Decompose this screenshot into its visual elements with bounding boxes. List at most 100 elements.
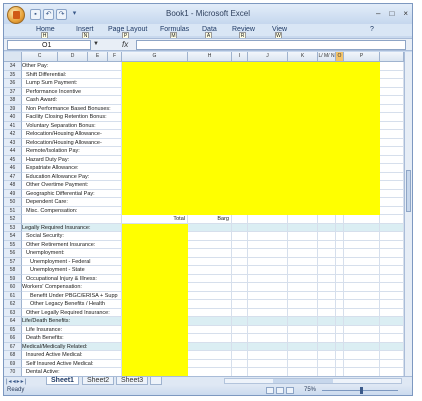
cell[interactable] xyxy=(344,283,380,292)
cell[interactable] xyxy=(288,232,318,241)
cell[interactable] xyxy=(232,113,248,122)
cell[interactable] xyxy=(336,164,344,173)
row-header[interactable]: 60 xyxy=(4,283,22,292)
cell[interactable] xyxy=(336,308,344,317)
column-header-j[interactable]: J xyxy=(248,52,288,62)
row-header[interactable]: 65 xyxy=(4,325,22,334)
cell[interactable] xyxy=(232,368,248,376)
cell[interactable] xyxy=(344,62,380,71)
column-header-p[interactable]: P xyxy=(344,52,380,62)
cell[interactable] xyxy=(336,283,344,292)
row-header[interactable]: 44 xyxy=(4,147,22,156)
cell[interactable] xyxy=(344,121,380,130)
horizontal-scrollbar[interactable] xyxy=(224,378,402,384)
cell[interactable] xyxy=(288,325,318,334)
cell[interactable] xyxy=(336,138,344,147)
row-header[interactable]: 59 xyxy=(4,274,22,283)
cell[interactable] xyxy=(344,266,380,275)
cell[interactable] xyxy=(380,232,404,241)
cell[interactable] xyxy=(248,274,288,283)
cell[interactable] xyxy=(288,96,318,105)
cell[interactable] xyxy=(248,138,288,147)
row-label-cell[interactable]: Dependent Care: xyxy=(22,198,122,207)
cell[interactable] xyxy=(344,257,380,266)
cell[interactable] xyxy=(122,206,188,215)
column-header-o[interactable]: O xyxy=(336,52,344,62)
cell[interactable] xyxy=(188,300,232,309)
cell[interactable] xyxy=(288,70,318,79)
row-header[interactable]: 62 xyxy=(4,300,22,309)
cell[interactable] xyxy=(248,351,288,360)
cell[interactable] xyxy=(288,317,318,326)
cell[interactable] xyxy=(248,164,288,173)
cell[interactable] xyxy=(380,274,404,283)
cell[interactable]: Barg xyxy=(188,215,232,224)
row-header[interactable]: 61 xyxy=(4,291,22,300)
cell[interactable] xyxy=(232,138,248,147)
cell[interactable] xyxy=(122,291,188,300)
cell[interactable] xyxy=(380,155,404,164)
cell[interactable] xyxy=(248,359,288,368)
cell[interactable] xyxy=(248,104,288,113)
row-header[interactable]: 57 xyxy=(4,257,22,266)
row-header[interactable]: 50 xyxy=(4,198,22,207)
zoom-level[interactable]: 75% xyxy=(304,387,316,393)
cell[interactable] xyxy=(122,325,188,334)
row-label-cell[interactable]: Occupational Injury & Illness: xyxy=(22,274,122,283)
row-label-cell[interactable]: Death Benefits: xyxy=(22,334,122,343)
cell[interactable] xyxy=(380,121,404,130)
cell[interactable] xyxy=(318,240,336,249)
cell[interactable] xyxy=(288,249,318,258)
vertical-scrollbar[interactable] xyxy=(404,52,412,376)
cell[interactable] xyxy=(318,300,336,309)
column-header-q[interactable] xyxy=(380,52,404,62)
cell[interactable] xyxy=(344,317,380,326)
cell[interactable] xyxy=(232,62,248,71)
cell[interactable] xyxy=(336,62,344,71)
cell[interactable] xyxy=(188,198,232,207)
row-header[interactable]: 34 xyxy=(4,62,22,71)
cell[interactable] xyxy=(380,308,404,317)
cell[interactable] xyxy=(122,249,188,258)
cell[interactable] xyxy=(336,368,344,376)
cell[interactable] xyxy=(318,155,336,164)
cell[interactable] xyxy=(188,79,232,88)
cell[interactable] xyxy=(188,317,232,326)
cell[interactable] xyxy=(188,62,232,71)
cell[interactable] xyxy=(188,206,232,215)
row-label-cell[interactable]: Other Legally Required Insurance: xyxy=(22,308,122,317)
cell[interactable] xyxy=(122,198,188,207)
cell[interactable] xyxy=(188,223,232,232)
cell[interactable] xyxy=(318,249,336,258)
cell[interactable] xyxy=(188,351,232,360)
column-header-g[interactable]: G xyxy=(122,52,188,62)
cell[interactable] xyxy=(336,359,344,368)
cell[interactable] xyxy=(248,291,288,300)
cell[interactable] xyxy=(232,104,248,113)
cell[interactable] xyxy=(288,79,318,88)
cell[interactable] xyxy=(336,317,344,326)
cell[interactable] xyxy=(344,181,380,190)
cell[interactable] xyxy=(318,96,336,105)
row-header[interactable]: 67 xyxy=(4,342,22,351)
insert-sheet-button[interactable] xyxy=(150,377,162,385)
cell[interactable] xyxy=(380,164,404,173)
cell[interactable] xyxy=(336,113,344,122)
cell[interactable] xyxy=(380,138,404,147)
sheet-tab-sheet1[interactable]: Sheet1 xyxy=(46,377,79,385)
cell[interactable] xyxy=(336,206,344,215)
cell[interactable] xyxy=(380,300,404,309)
row-header[interactable]: 54 xyxy=(4,232,22,241)
cell[interactable] xyxy=(188,189,232,198)
cell[interactable] xyxy=(318,232,336,241)
row-header[interactable]: 41 xyxy=(4,121,22,130)
cell[interactable] xyxy=(336,181,344,190)
cell[interactable] xyxy=(122,351,188,360)
worksheet-grid[interactable]: C D E F G H I J K L/ M/ N O P 34 Other Pa… xyxy=(4,52,404,376)
cell[interactable] xyxy=(380,283,404,292)
cell[interactable] xyxy=(122,257,188,266)
cell[interactable] xyxy=(122,147,188,156)
row-label-cell[interactable]: Medical/Medically Related: xyxy=(22,342,122,351)
cell[interactable] xyxy=(122,223,188,232)
row-header[interactable]: 42 xyxy=(4,130,22,139)
